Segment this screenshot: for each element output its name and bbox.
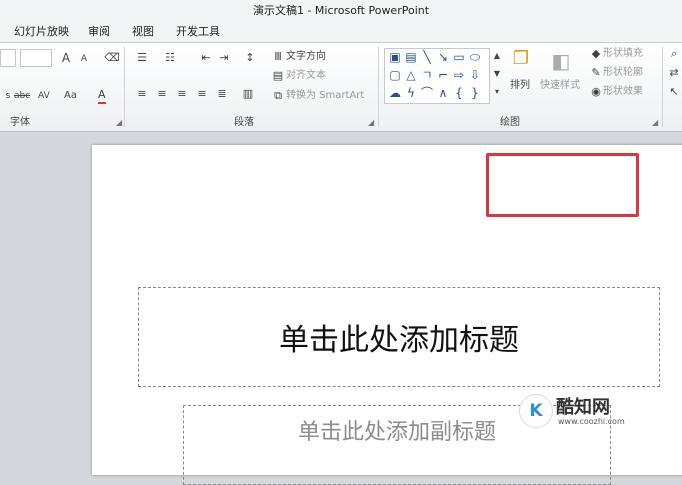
- lightning-shape-icon[interactable]: ϟ: [403, 85, 419, 101]
- font-group-label: 字体: [10, 117, 30, 128]
- highlight-annotation-box: [486, 153, 639, 217]
- paragraph-group-label: 段落: [234, 117, 254, 128]
- grow-font-button[interactable]: A: [58, 51, 74, 65]
- align-text-button[interactable]: 对齐文本: [286, 69, 326, 83]
- title-placeholder[interactable]: 单击此处添加标题: [138, 287, 660, 387]
- arrange-icon[interactable]: ❐: [510, 48, 532, 70]
- ribbon: A A ⌫ s abc AV Aa A 字体 ◢ ☰ ☷ ⇤ ⇥ ↕ ≡ ≡ ≡…: [0, 43, 682, 132]
- align-right-icon[interactable]: ≡: [174, 87, 190, 101]
- gallery-more-icon[interactable]: ▾: [489, 85, 505, 99]
- line-spacing-icon[interactable]: ↕: [242, 51, 258, 65]
- distributed-icon[interactable]: ≣: [214, 87, 230, 101]
- right-brace-shape-icon[interactable]: }: [467, 85, 483, 101]
- convert-smartart-button[interactable]: 转换为 SmartArt: [286, 89, 364, 103]
- freeform-shape-icon[interactable]: ∧: [435, 85, 451, 101]
- right-arrow-shape-icon[interactable]: ⇨: [451, 67, 467, 83]
- elbow-connector-shape-icon[interactable]: ㄱ: [419, 67, 435, 83]
- text-direction-button[interactable]: 文字方向: [286, 50, 326, 64]
- drawing-dialog-launcher-icon[interactable]: ◢: [652, 118, 658, 127]
- watermark-url: www.coozhi.com: [558, 417, 625, 426]
- triangle-shape-icon[interactable]: △: [403, 67, 419, 83]
- find-icon[interactable]: ⌕: [666, 47, 682, 61]
- select-icon[interactable]: ↖: [666, 85, 682, 99]
- shape-outline-icon[interactable]: ✎: [588, 66, 604, 80]
- character-spacing-button[interactable]: AV: [38, 89, 50, 103]
- drawing-group-label: 绘图: [500, 117, 520, 128]
- strikethrough-button[interactable]: abc: [14, 89, 30, 103]
- shape-effects-button[interactable]: 形状效果: [603, 85, 643, 99]
- line-shape-icon[interactable]: ╲: [419, 49, 435, 65]
- arc-shape-icon[interactable]: ⌒: [419, 85, 435, 101]
- group-separator: [662, 47, 663, 127]
- tab-view[interactable]: 视图: [130, 24, 156, 40]
- down-arrow-shape-icon[interactable]: ⇩: [467, 67, 483, 83]
- bullets-icon[interactable]: ☰: [134, 51, 150, 65]
- window-title: 演示文稿1 - Microsoft PowerPoint: [252, 4, 430, 17]
- shape-outline-button[interactable]: 形状轮廓: [603, 66, 643, 80]
- increase-indent-icon[interactable]: ⇥: [216, 51, 232, 65]
- oval-shape-icon[interactable]: ⬭: [467, 49, 483, 65]
- font-size-combo[interactable]: [20, 49, 52, 67]
- quick-styles-button[interactable]: 快速样式: [540, 79, 580, 93]
- justify-icon[interactable]: ≡: [194, 87, 210, 101]
- arrow-line-shape-icon[interactable]: ↘: [435, 49, 451, 65]
- quick-styles-icon[interactable]: ◧: [548, 48, 574, 74]
- change-case-button[interactable]: Aa: [64, 89, 77, 103]
- rectangle-shape-icon[interactable]: ▭: [451, 49, 467, 65]
- cloud-shape-icon[interactable]: ☁: [387, 85, 403, 101]
- shape-fill-icon[interactable]: ◆: [588, 47, 604, 61]
- rounded-rectangle-shape-icon[interactable]: ▢: [387, 67, 403, 83]
- font-color-button[interactable]: A: [98, 88, 106, 104]
- paragraph-dialog-launcher-icon[interactable]: ◢: [368, 118, 374, 127]
- font-name-combo[interactable]: [0, 49, 16, 67]
- vertical-textbox-shape-icon[interactable]: ▤: [403, 49, 419, 65]
- gallery-scroll-down-icon[interactable]: ▼: [489, 67, 505, 81]
- group-separator: [124, 47, 125, 127]
- numbering-icon[interactable]: ☷: [162, 51, 178, 65]
- align-center-icon[interactable]: ≡: [154, 87, 170, 101]
- tab-review[interactable]: 审阅: [86, 24, 112, 40]
- font-dialog-launcher-icon[interactable]: ◢: [116, 118, 122, 127]
- window-title-bar: 演示文稿1 - Microsoft PowerPoint: [0, 0, 682, 22]
- gallery-scroll-up-icon[interactable]: ▲: [489, 49, 505, 63]
- shape-effects-icon[interactable]: ◉: [588, 85, 604, 99]
- decrease-indent-icon[interactable]: ⇤: [198, 51, 214, 65]
- align-left-icon[interactable]: ≡: [134, 87, 150, 101]
- tab-slideshow[interactable]: 幻灯片放映: [12, 24, 71, 40]
- arrange-button[interactable]: 排列: [510, 79, 530, 93]
- columns-icon[interactable]: ▥: [240, 87, 256, 101]
- smartart-icon[interactable]: ⧉: [270, 89, 286, 103]
- ribbon-tabs: 幻灯片放映 审阅 视图 开发工具: [0, 22, 682, 43]
- shape-fill-button[interactable]: 形状填充: [603, 47, 643, 61]
- align-text-icon[interactable]: ▤: [270, 69, 286, 83]
- watermark-name: 酷知网: [556, 397, 610, 418]
- replace-icon[interactable]: ⇄: [666, 66, 682, 80]
- clear-format-icon[interactable]: ⌫: [104, 51, 120, 65]
- text-direction-icon[interactable]: Ⅲ: [270, 50, 286, 64]
- watermark-logo-icon: K: [519, 394, 553, 428]
- elbow-arrow-shape-icon[interactable]: ⌐: [435, 67, 451, 83]
- title-placeholder-text: 单击此处添加标题: [279, 323, 519, 358]
- shapes-gallery[interactable]: ▣ ▤ ╲ ↘ ▭ ⬭ ▢ △ ㄱ ⌐ ⇨ ⇩ ☁ ϟ ⌒ ∧ { }: [384, 48, 490, 104]
- tab-developer[interactable]: 开发工具: [174, 24, 222, 40]
- left-brace-shape-icon[interactable]: {: [451, 85, 467, 101]
- group-separator: [378, 47, 379, 127]
- subtitle-placeholder-text: 单击此处添加副标题: [297, 420, 496, 445]
- textbox-shape-icon[interactable]: ▣: [387, 49, 403, 65]
- shrink-font-button[interactable]: A: [76, 52, 92, 66]
